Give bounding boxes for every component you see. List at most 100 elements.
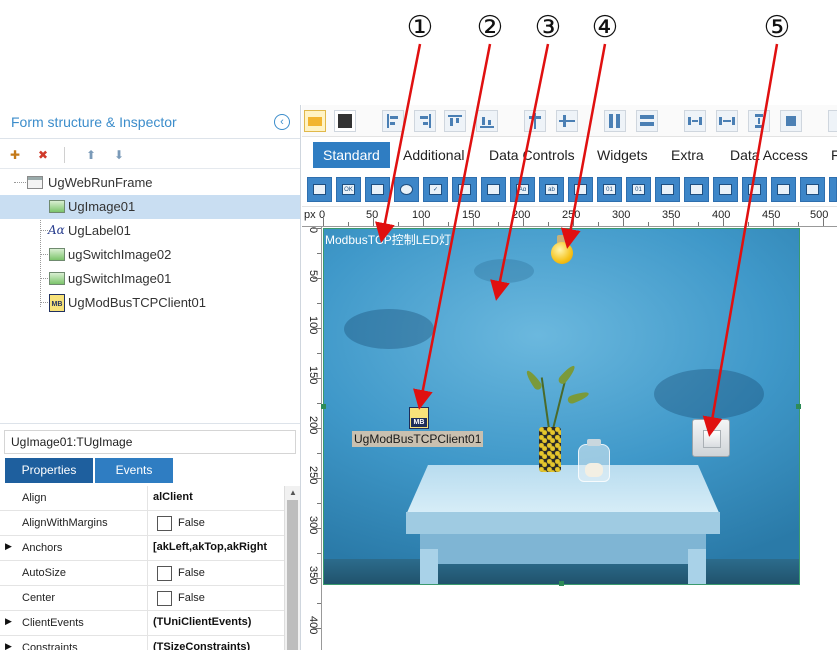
prop-row-align[interactable]: Align alClient	[0, 486, 284, 511]
palette-button-icon[interactable]: OK	[336, 177, 361, 202]
align-top-icon[interactable]	[444, 110, 466, 132]
component-tree: UgWebRunFrame UgImage01 Aα UgLabel01 ugS…	[0, 171, 300, 312]
palette-image-icon[interactable]	[771, 177, 796, 202]
center-vertical-icon[interactable]	[556, 110, 578, 132]
align-right-icon[interactable]	[414, 110, 436, 132]
prop-row-alignwithmargins[interactable]: AlignWithMargins False	[0, 511, 284, 536]
scroll-thumb[interactable]	[287, 500, 298, 650]
tab-properties[interactable]: Properties	[5, 458, 93, 483]
wall-switch-icon[interactable]	[692, 419, 730, 457]
tree-toolbar: ✚ ✖ ⬆ ⬇	[0, 141, 300, 169]
checkbox[interactable]	[157, 591, 172, 606]
prop-row-clientevents[interactable]: ▶ ClientEvents (TUniClientEvents)	[0, 611, 284, 636]
space-horizontal-icon[interactable]	[684, 110, 706, 132]
palette-groupbox-icon[interactable]	[742, 177, 767, 202]
prop-value[interactable]: [akLeft,akTop,akRight	[153, 541, 267, 553]
selection-handle[interactable]	[796, 404, 801, 409]
tree-item-ugimage01[interactable]: UgImage01	[0, 195, 300, 219]
space-vertical-icon[interactable]	[748, 110, 770, 132]
canvas-label[interactable]: ModbusTCP控制LED灯	[325, 231, 451, 248]
prop-row-center[interactable]: Center False	[0, 586, 284, 611]
tab-standard[interactable]: Standard	[313, 142, 390, 168]
palette-pagecontrol-icon[interactable]	[713, 177, 738, 202]
selection-handle[interactable]	[559, 581, 564, 586]
palette-grid-icon[interactable]	[655, 177, 680, 202]
tab-data-controls[interactable]: Data Controls	[489, 142, 575, 168]
save-icon[interactable]	[334, 110, 356, 132]
scroll-up-icon[interactable]: ▲	[289, 488, 297, 497]
space-equal-icon[interactable]	[716, 110, 738, 132]
photo-table-apron	[420, 534, 706, 564]
palette-spin-edit-icon[interactable]: 01	[626, 177, 651, 202]
palette-listbox-icon[interactable]	[452, 177, 477, 202]
expand-arrow-icon[interactable]: ▶	[5, 616, 12, 627]
modbus-icon[interactable]: MB	[409, 407, 429, 429]
tree-item-ugmodbustcpclient01[interactable]: MB UgModBusTCPClient01	[0, 291, 300, 315]
photo-vase	[539, 427, 561, 472]
palette-checkbox-group-icon[interactable]	[307, 177, 332, 202]
palette-panel-icon[interactable]	[365, 177, 390, 202]
move-up-icon[interactable]: ⬆	[82, 146, 100, 164]
palette-edit-icon[interactable]: ab	[539, 177, 564, 202]
inspector-component-name[interactable]: UgImage01:TUgImage	[4, 430, 296, 454]
checkbox[interactable]	[157, 566, 172, 581]
tab-more[interactable]: F	[831, 142, 837, 168]
light-bulb-icon[interactable]	[550, 233, 574, 267]
same-height-icon[interactable]	[636, 110, 658, 132]
center-horizontal-icon[interactable]	[524, 110, 546, 132]
palette-dbgrid-icon[interactable]	[684, 177, 709, 202]
palette-checkbox-icon[interactable]: ✓	[423, 177, 448, 202]
align-bottom-icon[interactable]	[476, 110, 498, 132]
prop-value[interactable]: alClient	[153, 491, 193, 503]
palette-label-icon[interactable]: Aα	[510, 177, 535, 202]
tab-events[interactable]: Events	[95, 458, 173, 483]
prop-value[interactable]: (TUniClientEvents)	[153, 616, 251, 628]
open-folder-icon[interactable]	[304, 110, 326, 132]
tree-item-label: ugSwitchImage01	[68, 271, 172, 286]
move-down-icon[interactable]: ⬇	[110, 146, 128, 164]
tree-item-ugwebrunframe[interactable]: UgWebRunFrame	[0, 171, 300, 195]
photo-table-leg	[420, 549, 438, 584]
callout-5: ⑤	[763, 10, 791, 45]
more-tools-icon[interactable]	[828, 110, 837, 132]
tab-data-access[interactable]: Data Access	[730, 142, 808, 168]
prop-row-constraints[interactable]: ▶ Constraints (TSizeConstraints)	[0, 636, 284, 650]
palette-number-edit-icon[interactable]: 01	[597, 177, 622, 202]
structure-inspector-panel: Form structure & Inspector ‹ ✚ ✖ ⬆ ⬇ UgW…	[0, 105, 301, 650]
prop-row-anchors[interactable]: ▶ Anchors [akLeft,akTop,akRight	[0, 536, 284, 561]
tab-additional[interactable]: Additional	[403, 142, 465, 168]
tab-extra[interactable]: Extra	[671, 142, 704, 168]
checkbox[interactable]	[157, 516, 172, 531]
delete-component-icon[interactable]: ✖	[34, 146, 52, 164]
add-component-icon[interactable]: ✚	[6, 146, 24, 164]
tree-item-ugswitchimage02[interactable]: ugSwitchImage02	[0, 243, 300, 267]
ruler-label: 350	[662, 209, 681, 221]
ruler-label: 150	[307, 366, 319, 385]
ruler-label: 500	[810, 209, 829, 221]
ruler-label: 400	[712, 209, 731, 221]
selection-handle[interactable]	[321, 404, 326, 409]
tree-item-label: ugSwitchImage02	[68, 247, 172, 262]
palette-combobox-icon[interactable]	[481, 177, 506, 202]
expand-arrow-icon[interactable]: ▶	[5, 541, 12, 552]
tree-item-ugswitchimage01[interactable]: ugSwitchImage01	[0, 267, 300, 291]
bring-front-icon[interactable]	[780, 110, 802, 132]
component-palette: OK ✓ Aα ab 01 01	[302, 171, 837, 207]
photo-jar	[578, 439, 610, 482]
palette-radio-icon[interactable]	[394, 177, 419, 202]
align-left-icon[interactable]	[382, 110, 404, 132]
prop-value[interactable]: (TSizeConstraints)	[153, 641, 250, 650]
design-canvas-image[interactable]: ModbusTCP控制LED灯 MB UgModBusTCPClient01	[323, 228, 800, 585]
property-scrollbar[interactable]: ▲	[284, 486, 300, 650]
tab-widgets[interactable]: Widgets	[597, 142, 648, 168]
palette-more-icon[interactable]	[829, 177, 837, 202]
tree-item-uglabel01[interactable]: Aα UgLabel01	[0, 219, 300, 243]
prop-row-autosize[interactable]: AutoSize False	[0, 561, 284, 586]
same-width-icon[interactable]	[604, 110, 626, 132]
palette-memo-icon[interactable]	[568, 177, 593, 202]
ruler-label: 150	[462, 209, 481, 221]
panel-header: Form structure & Inspector ‹	[0, 105, 300, 139]
expand-arrow-icon[interactable]: ▶	[5, 641, 12, 650]
chevron-left-circle-icon[interactable]: ‹	[274, 114, 290, 130]
palette-splitter-icon[interactable]	[800, 177, 825, 202]
